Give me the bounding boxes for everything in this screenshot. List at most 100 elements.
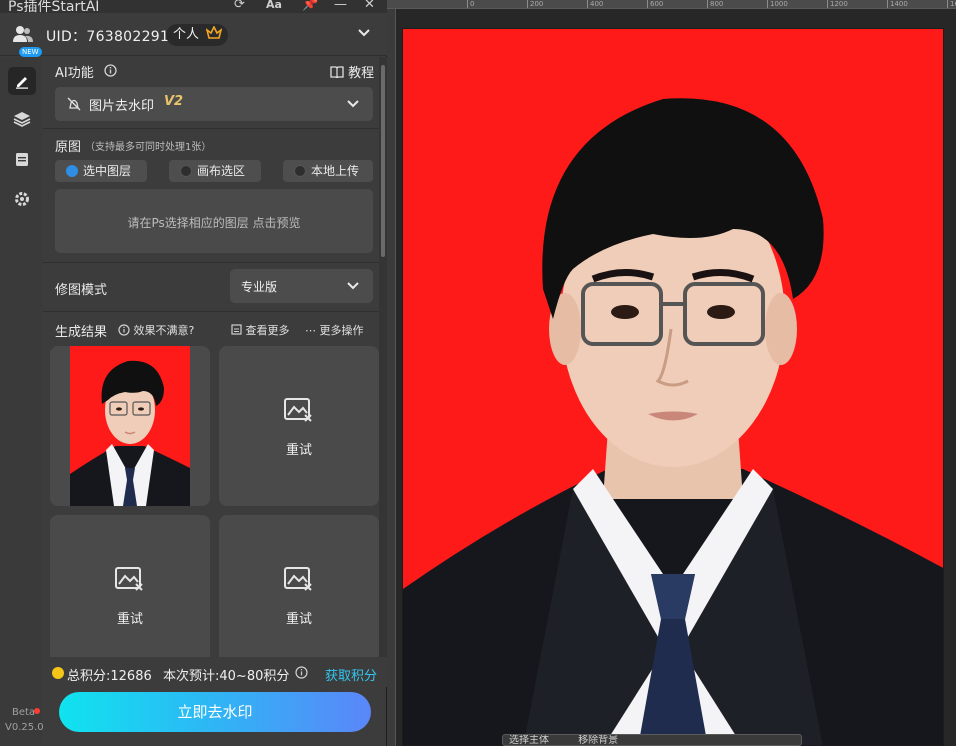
new-tag: NEW [19, 47, 42, 57]
contextual-task-bar[interactable]: 选择主体 移除背景 [502, 734, 802, 746]
version-label: V0.25.0 [5, 722, 44, 733]
no-watermark-icon [67, 97, 81, 111]
refresh-icon[interactable]: ⟳ [234, 0, 245, 12]
mode-dropdown[interactable]: 专业版 [230, 269, 373, 303]
ruler-tick: 800 [707, 0, 723, 8]
ruler-tick: 1200 [827, 0, 848, 8]
retry-label[interactable]: 重试 [219, 439, 379, 458]
startai-plugin-panel: Ps插件StartAI ⟳ Aa 📌 — ✕ UID：763802291 个人 [0, 0, 387, 746]
tool-version-label: V2 [164, 94, 184, 109]
sidebar-item-settings[interactable] [8, 185, 36, 213]
close-icon[interactable]: ✕ [364, 0, 375, 12]
panel-titlebar: Ps插件StartAI ⟳ Aa 📌 — ✕ [0, 0, 387, 15]
source-label: 原图 [55, 140, 82, 155]
crown-icon [205, 25, 223, 39]
chevron-down-icon[interactable] [357, 28, 371, 38]
divider [43, 262, 379, 263]
font-size-icon[interactable]: Aa [266, 0, 282, 11]
portrait-photo [403, 29, 943, 745]
source-hint: （支持最多可同时处理1张） [85, 142, 212, 153]
option-label: 本地上传 [311, 164, 360, 178]
pin-icon[interactable]: 📌 [302, 0, 318, 12]
option-canvas-selection[interactable]: 画布选区 [169, 160, 261, 182]
panel-content: AI功能 教程 图片去水印 V2 原图 （支持最多可同时处理1张） 选中图层 画… [43, 57, 379, 657]
info-icon[interactable] [295, 666, 308, 679]
result-card-4[interactable]: 重试 [219, 515, 379, 657]
ruler-tick: 200 [527, 0, 543, 8]
mode-label: 修图模式 [55, 283, 108, 298]
uid-label: UID：763802291 [46, 29, 170, 45]
chevron-down-icon [347, 100, 359, 108]
result-card-3[interactable]: 重试 [50, 515, 210, 657]
scrollbar-thumb[interactable] [381, 65, 385, 257]
sidebar-item-edit[interactable] [8, 67, 36, 95]
panel-sidebar [0, 57, 42, 746]
result-thumbnail [70, 346, 190, 506]
users-icon [13, 26, 33, 42]
result-card-2[interactable]: 重试 [219, 346, 379, 506]
radio-unchecked-icon [294, 165, 306, 177]
layers-icon [13, 112, 31, 127]
ai-tool-dropdown[interactable]: 图片去水印 V2 [55, 87, 373, 121]
beta-label: Beta [12, 707, 36, 718]
ruler-horizontal: 0 200 400 600 800 1000 1200 1400 1600 [387, 0, 956, 9]
option-selected-layer[interactable]: 选中图层 [55, 160, 147, 182]
tutorial-label: 教程 [348, 66, 375, 81]
plan-badge[interactable]: 个人 [166, 24, 229, 46]
result-card-1[interactable] [50, 346, 210, 506]
sidebar-item-layers[interactable] [8, 105, 36, 133]
points-row: 总积分:12686 本次预计:40~80积分 获取积分 [43, 657, 387, 687]
retry-label[interactable]: 重试 [50, 608, 210, 627]
retry-label[interactable]: 重试 [219, 608, 379, 627]
plan-label: 个人 [173, 27, 200, 42]
edit-icon [16, 77, 28, 89]
ruler-tick: 1600 [947, 0, 956, 8]
total-points: 总积分:12686 [67, 669, 152, 684]
beta-dot-icon [34, 708, 40, 714]
select-subject-button[interactable]: 选择主体 [509, 735, 549, 745]
info-icon [118, 324, 130, 336]
dissatisfied-label: 效果不满意? [133, 324, 195, 337]
broken-image-icon [284, 398, 312, 422]
ai-function-label: AI功能 [55, 66, 94, 81]
user-bar: UID：763802291 个人 [0, 13, 387, 56]
selected-tool-label: 图片去水印 [89, 99, 155, 114]
view-more-label: 查看更多 [245, 324, 290, 337]
ruler-tick: 0 [467, 0, 474, 8]
more-actions-link[interactable]: ⋯ 更多操作 [305, 322, 364, 338]
mode-value: 专业版 [241, 280, 278, 294]
get-points-link[interactable]: 获取积分 [325, 665, 377, 684]
estimated-cost: 本次预计:40~80积分 [163, 669, 290, 684]
divider [43, 128, 379, 129]
divider [43, 311, 379, 312]
option-local-upload[interactable]: 本地上传 [283, 160, 373, 182]
book-icon [330, 66, 344, 79]
preview-hint: 请在Ps选择相应的图层 点击预览 [127, 216, 301, 230]
info-icon[interactable] [104, 64, 117, 77]
minimize-icon[interactable]: — [334, 0, 347, 12]
ruler-tick: 600 [647, 0, 663, 8]
photoshop-workspace: 0 200 400 600 800 1000 1200 1400 1600 [387, 0, 956, 746]
document-canvas[interactable] [402, 28, 944, 746]
sidebar-item-clipboard[interactable] [8, 145, 36, 173]
option-label: 画布选区 [197, 164, 246, 178]
preview-area[interactable]: 请在Ps选择相应的图层 点击预览 [55, 189, 373, 253]
ruler-tick: 1400 [887, 0, 908, 8]
results-label: 生成结果 [55, 325, 108, 340]
option-label: 选中图层 [83, 164, 132, 178]
view-more-link[interactable]: 查看更多 [231, 322, 290, 338]
remove-background-button[interactable]: 移除背景 [578, 735, 618, 745]
ruler-vertical [387, 9, 396, 746]
remove-watermark-button[interactable]: 立即去水印 [59, 692, 371, 732]
tutorial-link[interactable]: 教程 [330, 62, 374, 81]
clipboard-icon [16, 153, 28, 166]
ruler-tick: 1000 [767, 0, 788, 8]
radio-checked-icon [66, 165, 78, 177]
settings-icon [15, 192, 29, 206]
broken-image-icon [115, 567, 143, 591]
coin-icon [52, 667, 64, 679]
dissatisfied-link[interactable]: 效果不满意? [118, 322, 194, 338]
chevron-down-icon [347, 282, 359, 290]
radio-unchecked-icon [180, 165, 192, 177]
more-actions-label: 更多操作 [319, 324, 364, 337]
